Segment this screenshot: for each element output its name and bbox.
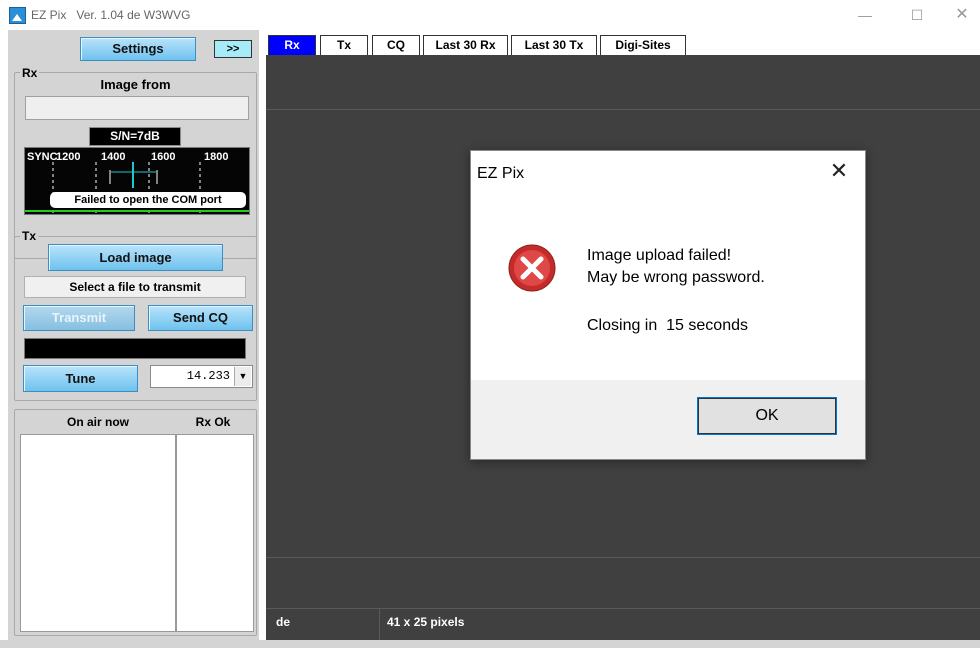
close-icon[interactable]: ✕ [827,159,851,183]
chevron-down-icon[interactable]: ▼ [234,367,251,386]
tab-cq[interactable]: CQ [372,35,420,56]
dialog-line-1: Image upload failed! [587,247,732,264]
on-air-header: On air now [66,415,129,429]
app-version: Ver. 1.04 de W3WVG [76,8,191,22]
tick-label: 1200 [56,151,81,163]
dialog-message: Image upload failed! May be wrong passwo… [587,245,765,289]
tick-label: 1800 [204,151,229,163]
frequency-value: 14.233 [186,369,230,383]
error-icon [508,244,556,292]
divider [379,609,380,640]
tune-button[interactable]: Tune [23,365,138,392]
dialog-countdown: Closing in 15 seconds [587,317,748,334]
tab-last-30-rx[interactable]: Last 30 Rx [423,35,508,56]
divider [266,109,980,110]
load-image-button[interactable]: Load image [48,244,223,271]
tab-last-30-tx[interactable]: Last 30 Tx [511,35,597,56]
close-window-button[interactable]: ✕ [947,4,977,26]
expand-button[interactable]: >> [214,40,252,58]
callsign-readout: de [276,615,291,629]
tab-digi-sites[interactable]: Digi-Sites [600,35,686,56]
maximize-button[interactable]: ☐ [902,4,932,26]
tab-tx[interactable]: Tx [320,35,368,56]
sync-label: SYNC [27,151,58,163]
select-file-label: Select a file to transmit [24,276,246,298]
rx-ok-list[interactable] [176,434,254,632]
dialog-title: EZ Pix [477,165,525,182]
divider [266,557,980,558]
app-name: EZ Pix [31,8,67,22]
ok-button[interactable]: OK [697,397,837,435]
rx-ok-header: Rx Ok [195,415,231,429]
image-from-field [25,96,249,120]
dialog-footer: OK [471,380,865,459]
send-cq-button[interactable]: Send CQ [148,305,253,331]
tab-rx[interactable]: Rx [268,35,316,56]
on-air-list[interactable] [20,434,176,632]
waterfall-display: SYNC 1200 1400 1600 1800 Failed to open … [24,147,250,215]
image-from-label: Image from [100,77,171,92]
minimize-button[interactable]: — [850,4,880,26]
window-title: EZ Pix Ver. 1.04 de W3WVG [31,8,190,22]
tx-group-label: Tx [20,229,39,243]
tick-label: 1400 [101,151,126,163]
window-bottom-edge [0,640,980,648]
settings-button[interactable]: Settings [80,37,196,61]
transmit-button[interactable]: Transmit [23,305,135,331]
app-icon [9,7,26,24]
frequency-select[interactable]: 14.233 ▼ [150,365,253,388]
image-size-readout: 41 x 25 pixels [387,615,465,629]
com-port-error: Failed to open the COM port [50,192,246,208]
title-bar: EZ Pix Ver. 1.04 de W3WVG — ☐ ✕ [0,0,980,30]
left-panel: Settings >> Rx Image from S/N=7dB SYNC 1… [8,30,259,640]
error-dialog: EZ Pix ✕ Image upload failed! May be wro… [470,150,866,460]
dialog-line-2: May be wrong password. [587,269,765,286]
divider [266,608,980,609]
snr-readout: S/N=7dB [89,127,181,146]
tx-progress-bar [24,338,246,359]
tick-label: 1600 [151,151,176,163]
